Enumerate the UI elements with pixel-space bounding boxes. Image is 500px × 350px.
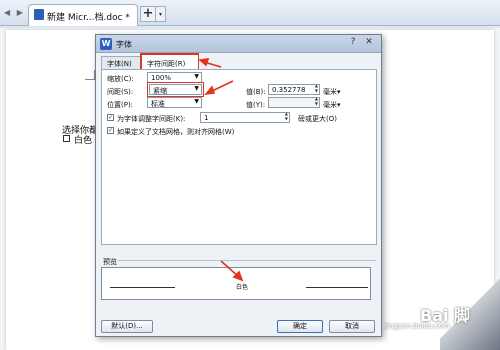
font-dialog: W 字体 ? ✕ 字体(N) 字符间距(R) 缩放(C): 100% ▼ 间距(… (95, 34, 382, 337)
watermark-url: jingyan.baidu.com (385, 322, 450, 330)
arrow-to-spacing-head (204, 85, 216, 96)
annotation-arrows (198, 58, 244, 282)
wps-doc-icon (34, 9, 44, 20)
document-checkbox-glyph (63, 135, 70, 142)
document-text-line-2: 白色 (74, 136, 93, 146)
margin-crop-mark (85, 70, 95, 80)
tab-list-dropdown[interactable]: ▾ (156, 6, 166, 22)
tab-nav-arrows[interactable]: ◀ ▶ (4, 8, 25, 17)
new-tab-button[interactable]: + (140, 6, 156, 22)
arrow-to-tab-head (198, 58, 210, 67)
document-tab[interactable]: 新建 Micr...档.doc * (28, 4, 138, 26)
annotation-tab-highlight (140, 53, 199, 69)
